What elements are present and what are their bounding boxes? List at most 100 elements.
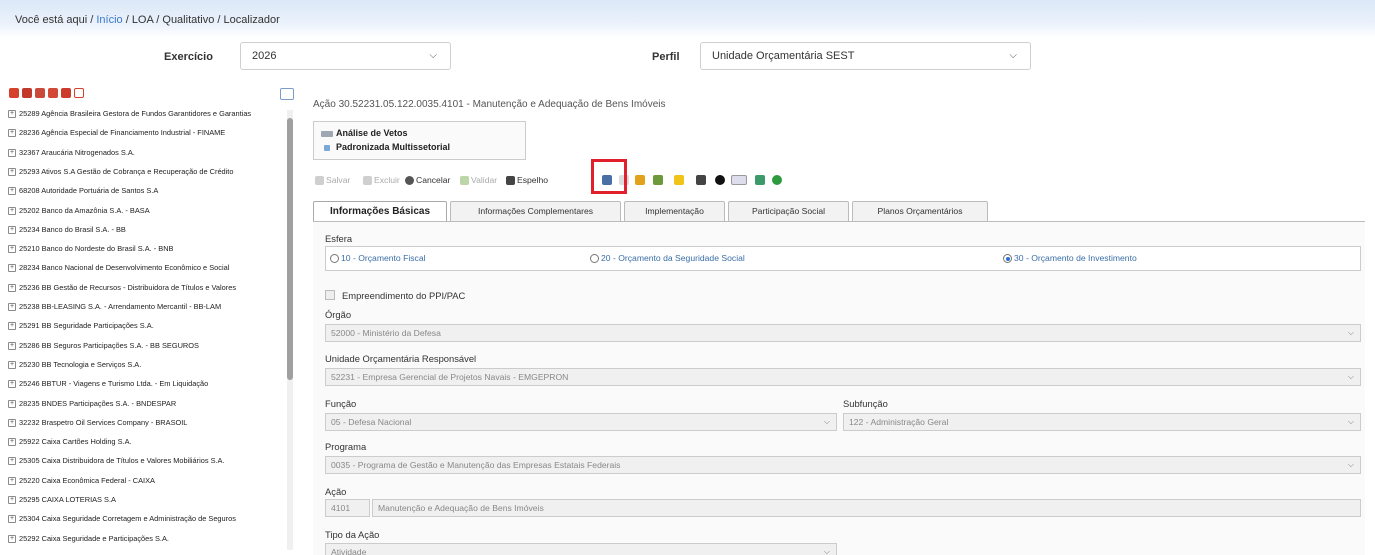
expand-icon[interactable]: + (8, 129, 16, 138)
tree-item[interactable]: +28235 BNDES Participações S.A. - BNDESP… (8, 399, 288, 411)
collapse-all-icon[interactable] (35, 88, 45, 98)
tree-item[interactable]: +28236 Agência Especial de Financiamento… (8, 128, 288, 140)
expand-icon[interactable]: + (8, 496, 16, 505)
ppi-checkbox[interactable] (325, 290, 335, 300)
tab-implementacao[interactable]: Implementação (624, 201, 725, 221)
expand-icon[interactable]: + (8, 110, 16, 119)
search-icon[interactable] (48, 88, 58, 98)
tipo-acao-select[interactable]: Atividade ⌵ (325, 543, 837, 555)
expand-icon[interactable]: + (8, 534, 16, 543)
tree-item[interactable]: +68208 Autoridade Portuária de Santos S.… (8, 186, 288, 198)
expand-all-icon[interactable] (22, 88, 32, 98)
expand-icon[interactable]: + (8, 322, 16, 331)
tree-item-label: 25304 Caixa Seguridade Corretagem e Admi… (19, 514, 236, 524)
tab-participacao-social[interactable]: Participação Social (728, 201, 849, 221)
perfil-select[interactable]: Unidade Orçamentária SEST ⌵ (700, 42, 1031, 70)
tree-item[interactable]: +32367 Araucária Nitrogenados S.A. (8, 148, 288, 160)
window-icon[interactable] (74, 88, 84, 98)
unidade-value: 52231 - Empresa Gerencial de Projetos Na… (331, 372, 569, 382)
tree-item[interactable]: +25304 Caixa Seguridade Corretagem e Adm… (8, 514, 288, 526)
tree-item[interactable]: +25238 BB-LEASING S.A. - Arrendamento Me… (8, 302, 288, 314)
programa-value: 0035 - Programa de Gestão e Manutenção d… (331, 460, 621, 470)
expand-icon[interactable]: + (8, 360, 16, 369)
filter-dropdown-icon[interactable] (280, 88, 294, 100)
history-icon[interactable] (772, 175, 782, 185)
exercicio-value: 2026 (252, 50, 277, 62)
programa-label: Programa (325, 441, 367, 452)
validate-button[interactable]: Validar (460, 172, 497, 188)
tree-item[interactable]: +25292 Caixa Seguridade e Participações … (8, 534, 288, 546)
highlight-box (591, 159, 627, 194)
mirror-button[interactable]: Espelho (506, 172, 548, 188)
expand-icon[interactable]: + (8, 283, 16, 292)
bell-icon[interactable] (674, 175, 684, 185)
expand-icon[interactable]: + (8, 438, 16, 447)
expand-icon[interactable]: + (8, 148, 16, 157)
tree-item[interactable]: +25286 BB Seguros Participações S.A. - B… (8, 341, 288, 353)
priority-icon[interactable] (635, 175, 645, 185)
tree-item[interactable]: +25305 Caixa Distribuidora de Títulos e … (8, 456, 288, 468)
tab-informacoes-basicas[interactable]: Informações Básicas (313, 201, 447, 223)
subfuncao-select[interactable]: 122 - Administração Geral ⌵ (843, 413, 1361, 431)
expand-icon[interactable]: + (8, 206, 16, 215)
radio-seguridade-social[interactable]: 20 - Orçamento da Seguridade Social (590, 253, 745, 264)
acao-description-field[interactable]: Manutenção e Adequação de Bens Imóveis (372, 499, 1361, 517)
tree-item[interactable]: +25220 Caixa Econômica Federal - CAIXA (8, 476, 288, 488)
orgao-select[interactable]: 52000 - Ministério da Defesa ⌵ (325, 324, 1361, 342)
radio-orcamento-investimento[interactable]: 30 - Orçamento de Investimento (1003, 253, 1137, 264)
tab-planos-orcamentarios[interactable]: Planos Orçamentários (852, 201, 988, 221)
tree-item[interactable]: +25293 Ativos S.A Gestão de Cobrança e R… (8, 167, 288, 179)
tree-item[interactable]: +25236 BB Gestão de Recursos - Distribui… (8, 283, 288, 295)
tree-item[interactable]: +25291 BB Seguridade Participações S.A. (8, 321, 288, 333)
expand-icon[interactable]: + (8, 380, 16, 389)
tree-item-label: 25292 Caixa Seguridade e Participações S… (19, 533, 169, 543)
settings-icon[interactable] (61, 88, 71, 98)
funcao-select[interactable]: 05 - Defesa Nacional ⌵ (325, 413, 837, 431)
trash-icon (363, 176, 372, 186)
refresh-icon[interactable] (9, 88, 19, 98)
funcao-value: 05 - Defesa Nacional (331, 417, 412, 427)
expand-icon[interactable]: + (8, 515, 16, 524)
tree-item[interactable]: +25289 Agência Brasileira Gestora de Fun… (8, 109, 288, 121)
tab-informacoes-complementares[interactable]: Informações Complementares (450, 201, 621, 221)
expand-icon[interactable]: + (8, 341, 16, 350)
tree-item[interactable]: +25246 BBTUR - Viagens e Turismo Ltda. -… (8, 379, 288, 391)
programa-select[interactable]: 0035 - Programa de Gestão e Manutenção d… (325, 456, 1361, 474)
tree-item[interactable]: +25202 Banco da Amazônia S.A. - BASA (8, 206, 288, 218)
expand-icon[interactable]: + (8, 303, 16, 312)
expand-icon[interactable]: + (8, 225, 16, 234)
tree-item[interactable]: +25922 Caixa Cartões Holding S.A. (8, 437, 288, 449)
cancel-button[interactable]: Cancelar (405, 172, 450, 188)
expand-icon[interactable]: + (8, 167, 16, 176)
expand-icon[interactable]: + (8, 476, 16, 485)
acao-code-field[interactable]: 4101 (325, 499, 370, 517)
sync-icon[interactable] (755, 175, 765, 185)
tree-item[interactable]: +25230 BB Tecnologia e Serviços S.A. (8, 360, 288, 372)
subfuncao-value: 122 - Administração Geral (849, 417, 949, 427)
exercicio-select[interactable]: 2026 ⌵ (240, 42, 451, 70)
eye-icon[interactable] (715, 175, 725, 185)
tabs: Informações Básicas Informações Compleme… (313, 201, 1365, 223)
tree-item[interactable]: +32232 Braspetro Oil Services Company - … (8, 418, 288, 430)
hand-icon[interactable] (696, 175, 706, 185)
save-button[interactable]: Salvar (315, 172, 350, 188)
unidade-select[interactable]: 52231 - Empresa Gerencial de Projetos Na… (325, 368, 1361, 386)
tree-scrollbar-thumb[interactable] (287, 118, 293, 380)
arrow-icon[interactable] (653, 175, 663, 185)
tree-item[interactable]: +25210 Banco do Nordeste do Brasil S.A. … (8, 244, 288, 256)
expand-icon[interactable]: + (8, 187, 16, 196)
expand-icon[interactable]: + (8, 399, 16, 408)
expand-icon[interactable]: + (8, 457, 16, 466)
breadcrumb-home-link[interactable]: Início (96, 14, 122, 26)
expand-icon[interactable]: + (8, 245, 16, 254)
keyboard-icon[interactable] (731, 175, 747, 185)
tree-item[interactable]: +28234 Banco Nacional de Desenvolvimento… (8, 263, 288, 275)
radio-orcamento-fiscal[interactable]: 10 - Orçamento Fiscal (330, 253, 426, 264)
tree-item[interactable]: +25234 Banco do Brasil S.A. - BB (8, 225, 288, 237)
expand-icon[interactable]: + (8, 264, 16, 273)
chevron-down-icon: ⌵ (823, 547, 830, 555)
delete-button[interactable]: Excluir (363, 172, 400, 188)
expand-icon[interactable]: + (8, 418, 16, 427)
tree-item[interactable]: +25295 CAIXA LOTERIAS S.A (8, 495, 288, 507)
info-line-padronizada: Padronizada Multissetorial (321, 142, 450, 152)
